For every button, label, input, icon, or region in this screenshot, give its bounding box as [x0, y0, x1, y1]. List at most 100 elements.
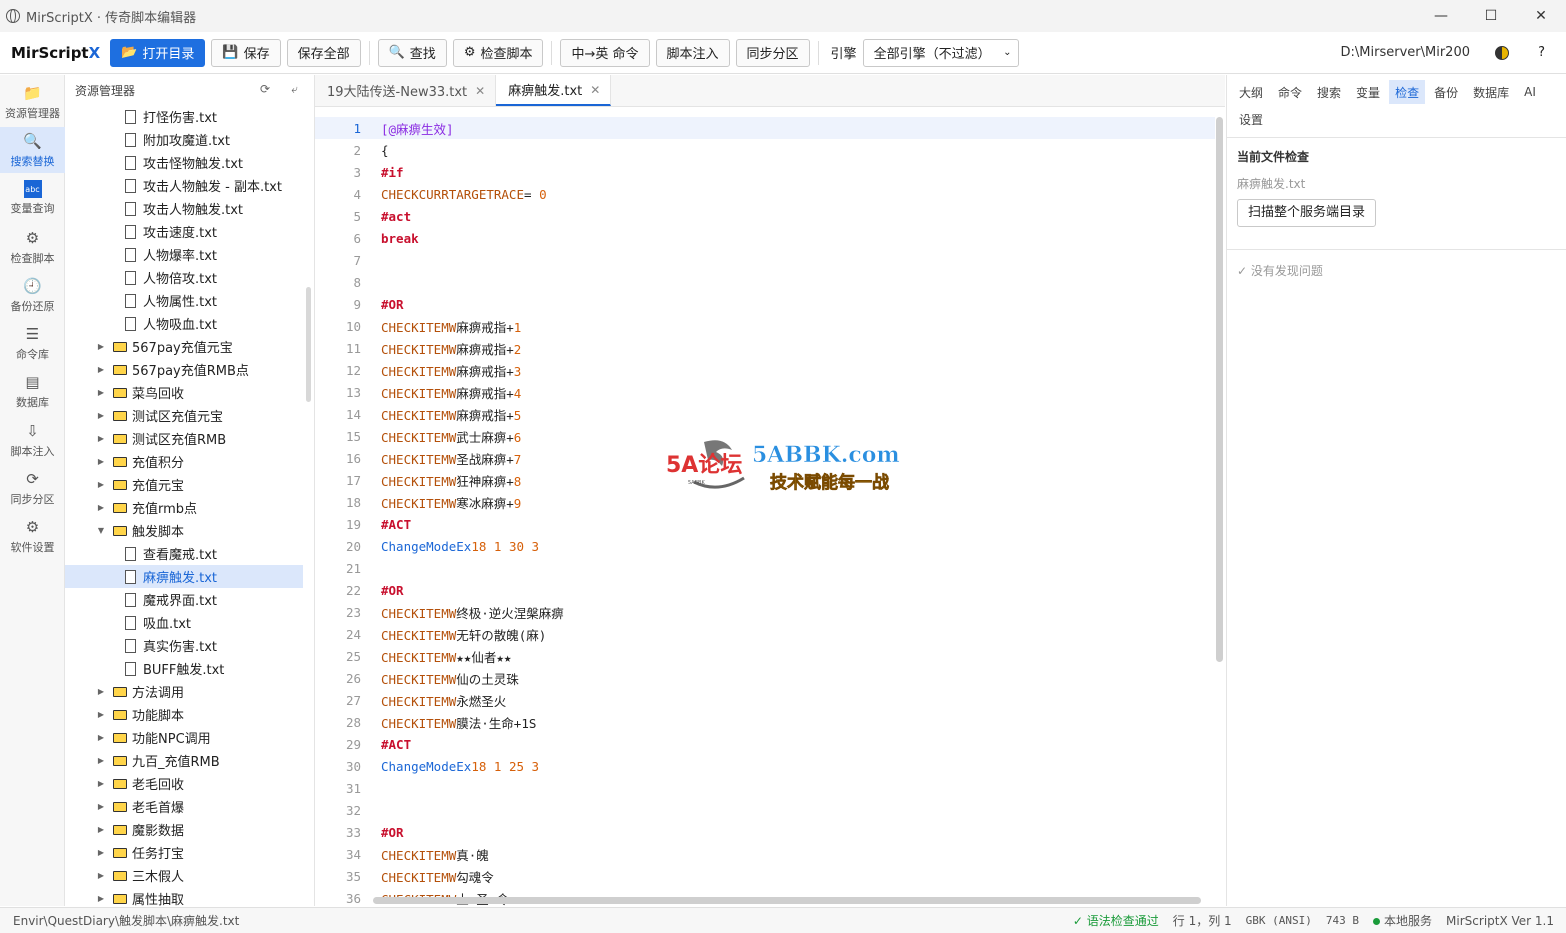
tree-folder[interactable]: ▶ 充值rmb点	[65, 496, 303, 519]
sync-partition-button[interactable]: 同步分区	[735, 38, 810, 67]
activity-folder[interactable]: 📁 资源管理器	[0, 79, 65, 125]
help-button[interactable]: ?	[1538, 45, 1545, 60]
right-tab[interactable]: 大纲	[1233, 80, 1269, 104]
cursor-position[interactable]: 行 1，列 1	[1173, 912, 1232, 929]
tree-folder[interactable]: ▶ 测试区充值RMB	[65, 427, 303, 450]
folder-icon	[113, 364, 127, 375]
watermark-logo: 5A论坛 5ABBK 5ABBK.com 技术赋能每一战	[666, 440, 900, 493]
editor-tab[interactable]: 麻痹触发.txt ✕	[496, 75, 612, 106]
engine-select[interactable]: 全部引擎（不过滤） ⌄	[862, 38, 1019, 67]
right-tab[interactable]: 检查	[1389, 80, 1426, 104]
editor-vertical-scrollbar[interactable]	[1216, 117, 1223, 662]
save-button[interactable]: 💾 保存	[211, 38, 281, 67]
tree-file[interactable]: 人物爆率.txt	[65, 243, 303, 266]
tree-file[interactable]: 攻击人物触发.txt	[65, 197, 303, 220]
right-panel-tabs: 大纲 命令 搜索 变量 检查 备份 数据库 AI 设置	[1227, 75, 1566, 133]
editor-horizontal-scrollbar[interactable]	[373, 897, 1201, 904]
right-tab[interactable]: 变量	[1350, 80, 1386, 104]
right-tab[interactable]: 搜索	[1311, 80, 1347, 104]
tree-folder[interactable]: ▶ 任务打宝	[65, 841, 303, 864]
tree-folder[interactable]: ▶ 属性抽取	[65, 887, 303, 906]
check-script-button[interactable]: ⚙ 检查脚本	[452, 38, 544, 67]
refresh-icon[interactable]: ⟳	[260, 82, 270, 96]
activity-database[interactable]: ▤ 数据库	[0, 368, 65, 414]
file-encoding[interactable]: GBK (ANSI)	[1246, 914, 1312, 927]
find-button[interactable]: 🔍 查找	[377, 38, 447, 67]
file-icon	[125, 592, 136, 607]
activity-inject[interactable]: ⇩ 脚本注入	[0, 417, 65, 463]
close-button[interactable]: ✕	[1516, 0, 1566, 32]
line-text: #ACT	[381, 737, 411, 752]
tree-folder[interactable]: ▶ 九百_充值RMB	[65, 749, 303, 772]
tree-folder[interactable]: ▶ 567pay充值元宝	[65, 335, 303, 358]
file-icon	[125, 293, 136, 308]
activity-variable[interactable]: abc 变量查询	[0, 175, 65, 221]
tree-file[interactable]: 真实伤害.txt	[65, 634, 303, 657]
tree-folder[interactable]: ▶ 菜鸟回收	[65, 381, 303, 404]
collapse-icon[interactable]: ⤶	[291, 82, 298, 97]
tree-folder[interactable]: ▶ 充值元宝	[65, 473, 303, 496]
tree-file[interactable]: 附加攻魔道.txt	[65, 128, 303, 151]
activity-book[interactable]: ☰ 命令库	[0, 320, 65, 366]
tree-file[interactable]: 攻击速度.txt	[65, 220, 303, 243]
tree-file[interactable]: BUFF触发.txt	[65, 657, 303, 680]
line-text: #OR	[381, 297, 404, 312]
line-number: 32	[345, 802, 361, 818]
syntax-status[interactable]: ✓ 语法检查通过	[1073, 912, 1159, 929]
theme-toggle-icon[interactable]	[1495, 45, 1509, 60]
activity-sync[interactable]: ⟳ 同步分区	[0, 465, 65, 511]
right-tab[interactable]: 备份	[1428, 80, 1464, 104]
tree-folder[interactable]: ▶ 老毛回收	[65, 772, 303, 795]
tree-folder[interactable]: ▶ 方法调用	[65, 680, 303, 703]
tree-folder[interactable]: ▶ 魔影数据	[65, 818, 303, 841]
open-folder-button[interactable]: 📂 打开目录	[110, 38, 206, 67]
scan-server-button[interactable]: 扫描整个服务端目录	[1237, 199, 1377, 227]
activity-gear[interactable]: ⚙ 软件设置	[0, 513, 65, 559]
activity-bar: 📁 资源管理器 🔍 搜索替换 abc 变量查询 ⚙ 检查脚本 🕘 备份还原 ☰ 命令库 ▤ 数据库 ⇩ 脚本注…	[0, 75, 65, 906]
activity-inspect[interactable]: ⚙ 检查脚本	[0, 224, 65, 270]
tree-folder[interactable]: ▶ 567pay充值RMB点	[65, 358, 303, 381]
tree-file[interactable]: 魔戒界面.txt	[65, 588, 303, 611]
right-tab[interactable]: 命令	[1272, 80, 1308, 104]
close-icon[interactable]: ✕	[475, 84, 485, 98]
minimize-button[interactable]: —	[1416, 0, 1466, 32]
code-token: 膜法·生命+1S	[456, 715, 537, 731]
tree-file[interactable]: 人物倍攻.txt	[65, 266, 303, 289]
tree-file[interactable]: 攻击怪物触发.txt	[65, 151, 303, 174]
tree-folder[interactable]: ▶ 测试区充值元宝	[65, 404, 303, 427]
tree-folder[interactable]: ▶ 三木假人	[65, 864, 303, 887]
activity-search[interactable]: 🔍 搜索替换	[0, 127, 65, 173]
tree-folder[interactable]: ▶ 充值积分	[65, 450, 303, 473]
tree-folder[interactable]: ▼ 触发脚本	[65, 519, 303, 542]
code-token: #OR	[381, 296, 404, 312]
right-tab[interactable]: AI	[1518, 80, 1542, 104]
save-all-button[interactable]: 保存全部	[286, 38, 361, 67]
tree-folder[interactable]: ▶ 功能脚本	[65, 703, 303, 726]
code-view[interactable]: 1 [@麻痹生效] 2{3 #if 4 CHECKCURRTARGETRACE= 0 5 #a…	[315, 117, 1215, 909]
maximize-button[interactable]: ☐	[1466, 0, 1516, 32]
line-text: ChangeModeEx18 1 25 3	[381, 759, 539, 774]
tree-file[interactable]: 查看魔戒.txt	[65, 542, 303, 565]
right-tab[interactable]: 设置	[1233, 107, 1269, 131]
tree-file[interactable]: 攻击人物触发 - 副本.txt	[65, 174, 303, 197]
line-number: 31	[345, 780, 361, 796]
watermark-domain: 5ABBK.com	[752, 442, 900, 468]
code-line: 35 CHECKITEMW勾魂令	[315, 865, 1215, 887]
tree-file[interactable]: 打怪伤害.txt	[65, 105, 303, 128]
line-number: 4	[353, 186, 361, 202]
tree-folder[interactable]: ▶ 功能NPC调用	[65, 726, 303, 749]
tree-file[interactable]: 人物吸血.txt	[65, 312, 303, 335]
editor-tab[interactable]: 19大陆传送-New33.txt ✕	[315, 75, 497, 106]
tree-file[interactable]: 吸血.txt	[65, 611, 303, 634]
right-tab[interactable]: 数据库	[1467, 80, 1515, 104]
explorer-scrollbar[interactable]	[306, 287, 311, 402]
script-inject-button[interactable]: 脚本注入	[655, 38, 730, 67]
activity-clock[interactable]: 🕘 备份还原	[0, 272, 65, 318]
folder-icon	[113, 410, 127, 421]
tree-file[interactable]: 人物属性.txt	[65, 289, 303, 312]
service-status: 本地服务	[1373, 912, 1432, 929]
tree-folder[interactable]: ▶ 老毛首爆	[65, 795, 303, 818]
translate-command-button[interactable]: 中→英 命令	[560, 38, 650, 67]
close-icon[interactable]: ✕	[590, 83, 600, 97]
tree-file[interactable]: 麻痹触发.txt	[65, 565, 303, 588]
